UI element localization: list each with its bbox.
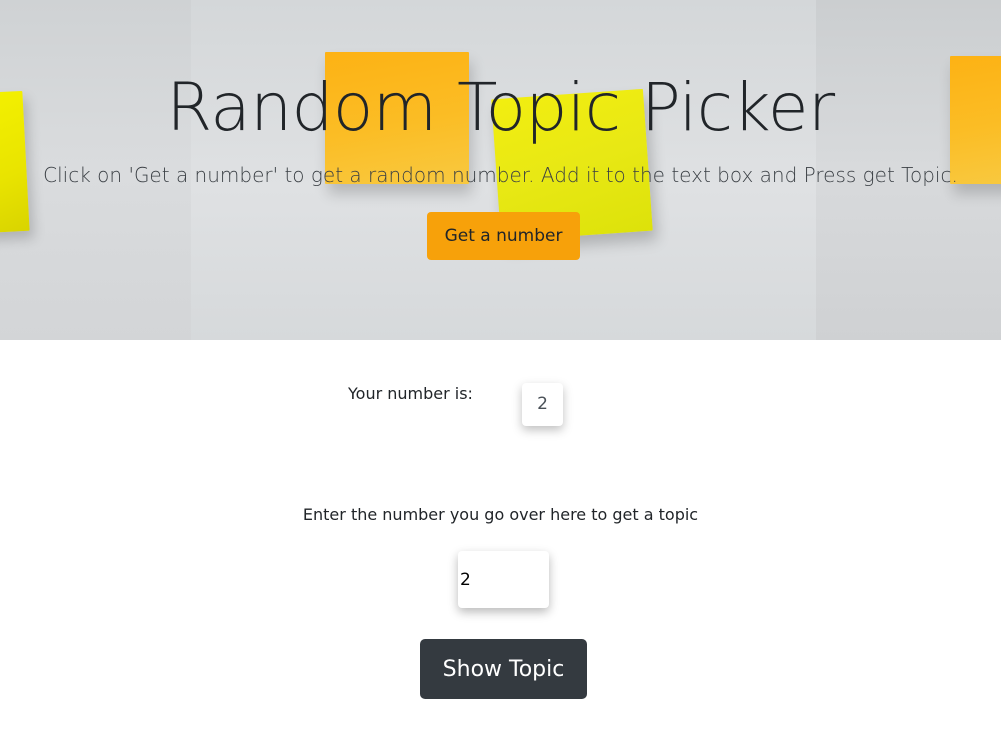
hero-banner: Random Topic Picker Click on 'Get a numb… <box>0 0 1001 340</box>
page-title: Random Topic Picker <box>166 69 835 146</box>
topic-number-input[interactable] <box>458 551 549 608</box>
get-number-button[interactable]: Get a number <box>427 212 580 260</box>
show-topic-button[interactable]: Show Topic <box>420 639 587 699</box>
number-label: Your number is: <box>348 384 473 403</box>
random-number-display: 2 <box>522 383 563 426</box>
hero-description: Click on 'Get a number' to get a random … <box>43 163 958 187</box>
topic-instruction: Enter the number you go over here to get… <box>302 505 699 524</box>
